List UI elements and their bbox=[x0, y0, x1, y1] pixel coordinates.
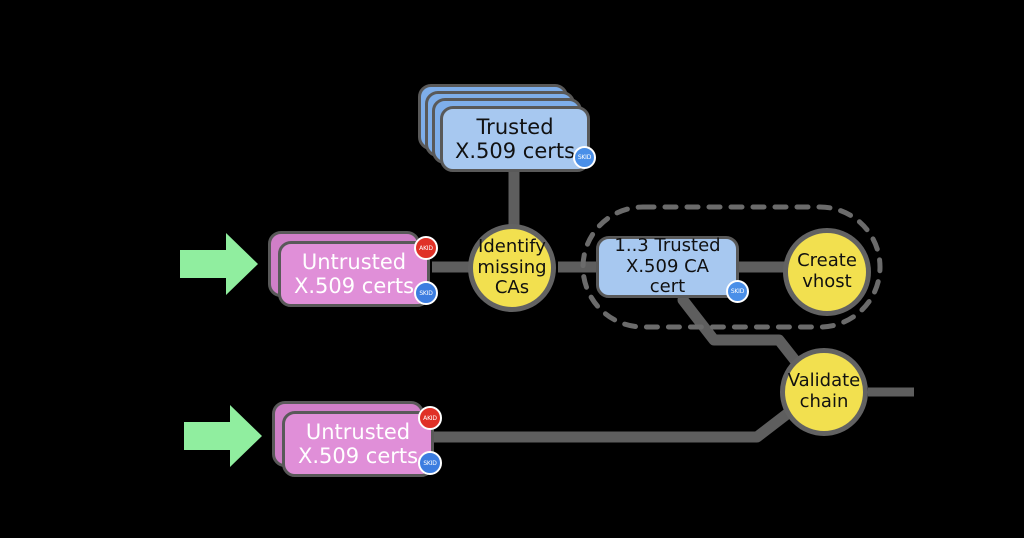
skid-badge-label: SKID bbox=[423, 459, 437, 467]
node-line-1: Create bbox=[797, 250, 857, 272]
node-line-1: Trusted bbox=[476, 114, 554, 139]
node-trusted-ca-cert-front[interactable]: 1..3 Trusted X.509 CA cert bbox=[596, 234, 739, 299]
node-line-2: X.509 certs bbox=[297, 444, 419, 468]
akid-badge[interactable]: AKID bbox=[418, 406, 442, 430]
node-label: Identify missing CAs bbox=[477, 235, 547, 300]
input-arrow-top bbox=[180, 233, 258, 295]
node-label: Validate chain bbox=[787, 370, 861, 413]
diagram-canvas: Trusted X.509 certs SKID Untrusted X.509… bbox=[0, 0, 1024, 538]
node-line-1: Untrusted bbox=[301, 249, 407, 274]
node-line-2: X.509 certs bbox=[293, 274, 415, 298]
node-line-2: missing bbox=[477, 256, 547, 278]
node-line-1: Identify bbox=[478, 235, 546, 257]
node-label: 1..3 Trusted X.509 CA cert bbox=[599, 234, 736, 299]
skid-badge[interactable]: SKID bbox=[418, 451, 442, 475]
node-trusted-x509-certs-front[interactable]: Trusted X.509 certs bbox=[440, 106, 590, 172]
akid-badge[interactable]: AKID bbox=[414, 236, 438, 260]
node-line-2: chain bbox=[799, 391, 849, 412]
node-layer: Trusted X.509 certs SKID Untrusted X.509… bbox=[0, 0, 1024, 538]
node-untrusted-x509-certs-top[interactable]: Untrusted X.509 certs AKID SKID bbox=[268, 231, 440, 309]
node-label: Untrusted X.509 certs bbox=[285, 420, 431, 469]
node-line-3: CAs bbox=[494, 277, 530, 299]
node-line-2: X.509 CA cert bbox=[625, 255, 709, 298]
node-label: Untrusted X.509 certs bbox=[281, 250, 427, 299]
node-line-1: Validate bbox=[787, 370, 861, 392]
input-arrow-bottom bbox=[184, 405, 262, 467]
skid-badge-label: SKID bbox=[419, 289, 433, 297]
akid-badge-label: AKID bbox=[423, 414, 437, 422]
skid-badge[interactable]: SKID bbox=[726, 280, 749, 303]
node-label: Create vhost bbox=[797, 250, 857, 293]
skid-badge-label: SKID bbox=[730, 288, 745, 295]
node-untrusted-x509-certs-bottom-front[interactable]: Untrusted X.509 certs bbox=[282, 411, 434, 477]
node-line-1: 1..3 Trusted bbox=[614, 234, 721, 256]
node-trusted-x509-certs[interactable]: Trusted X.509 certs SKID bbox=[418, 84, 596, 172]
node-validate-chain[interactable]: Validate chain bbox=[780, 348, 868, 436]
skid-badge[interactable]: SKID bbox=[573, 146, 596, 169]
node-line-2: X.509 certs bbox=[454, 139, 576, 163]
akid-badge-label: AKID bbox=[419, 244, 433, 252]
node-line-2: vhost bbox=[802, 271, 852, 292]
skid-badge-label: SKID bbox=[577, 154, 592, 161]
node-untrusted-x509-certs-top-front[interactable]: Untrusted X.509 certs bbox=[278, 241, 430, 307]
node-untrusted-x509-certs-bottom[interactable]: Untrusted X.509 certs AKID SKID bbox=[272, 401, 444, 479]
node-line-1: Untrusted bbox=[305, 419, 411, 444]
node-identify-missing-cas[interactable]: Identify missing CAs bbox=[468, 224, 556, 312]
node-create-vhost[interactable]: Create vhost bbox=[783, 228, 871, 316]
skid-badge[interactable]: SKID bbox=[414, 281, 438, 305]
node-label: Trusted X.509 certs bbox=[443, 115, 587, 164]
node-trusted-ca-cert[interactable]: 1..3 Trusted X.509 CA cert SKID bbox=[596, 234, 756, 314]
